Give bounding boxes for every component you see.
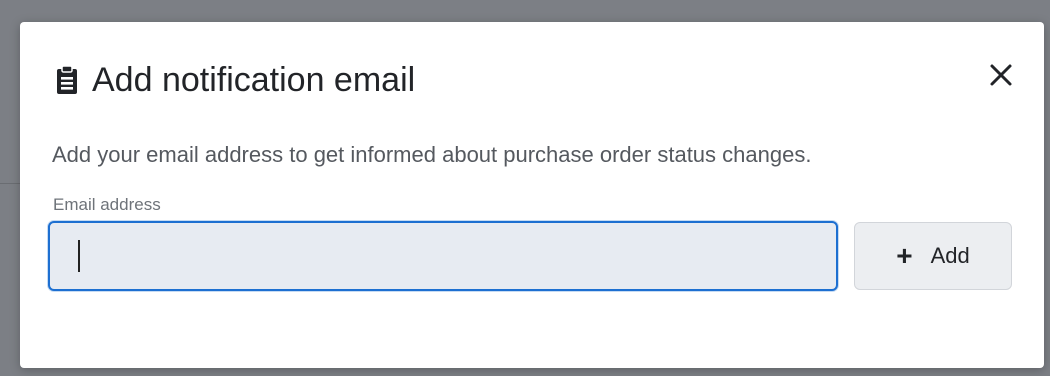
- add-notification-email-dialog: Add notification email Add your email ad…: [20, 22, 1044, 368]
- dialog-header: Add notification email: [56, 58, 415, 102]
- plus-icon: +: [896, 240, 913, 271]
- text-caret: [78, 240, 80, 272]
- email-field-label: Email address: [53, 195, 161, 214]
- add-button[interactable]: + Add: [854, 222, 1012, 290]
- email-input[interactable]: [48, 221, 838, 291]
- clipboard-icon: [56, 65, 78, 95]
- dialog-description: Add your email address to get informed a…: [52, 142, 812, 167]
- close-button[interactable]: [986, 60, 1016, 90]
- add-button-label: Add: [930, 243, 970, 268]
- background-divider: [0, 183, 20, 184]
- dialog-title: Add notification email: [92, 61, 416, 99]
- close-icon: [990, 64, 1012, 86]
